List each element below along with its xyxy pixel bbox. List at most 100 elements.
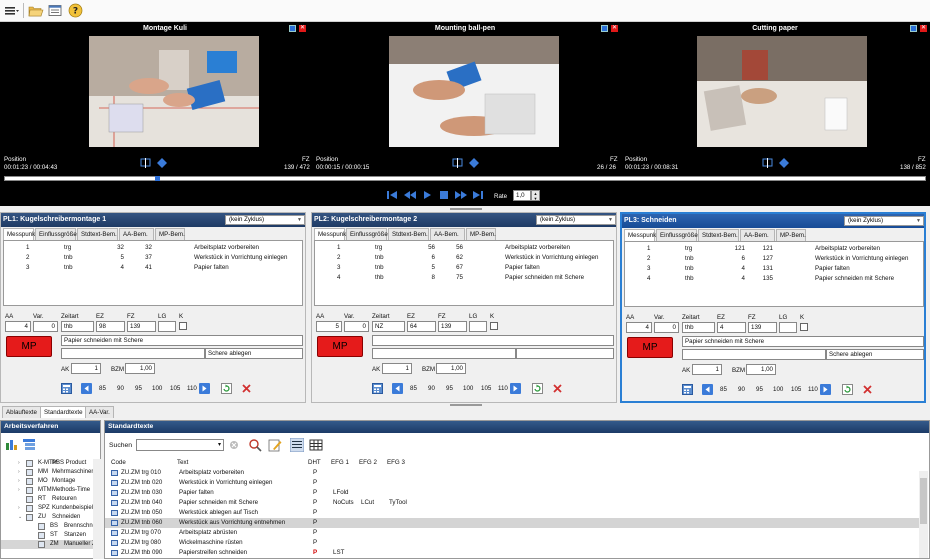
tab-panel-3[interactable]: AA-Bem. [430, 228, 465, 240]
ez-field[interactable]: 4 [717, 322, 746, 333]
tree-expander[interactable]: › [18, 468, 20, 477]
stdtext-line-1[interactable] [372, 335, 614, 346]
delete-icon[interactable] [862, 384, 873, 395]
tree-item[interactable]: › MO Montage [1, 477, 93, 486]
ak-field[interactable]: 1 [71, 363, 101, 374]
stdtext-line-2[interactable] [372, 348, 516, 359]
tab-panel-2[interactable]: Stdtext-Bem. [698, 229, 739, 241]
messpunkte-list[interactable]: 1 trg 32 32 Arbeitsplatz vorbereiten 2 t… [3, 240, 303, 306]
list-item[interactable]: 1 trg 56 56 Arbeitsplatz vorbereiten [315, 243, 613, 253]
percentage-label[interactable]: 105 [170, 385, 180, 392]
chevron-down-icon[interactable]: ▾ [218, 441, 221, 448]
mp-button[interactable]: MP [627, 337, 673, 358]
tab-panel-2[interactable]: Stdtext-Bem. [77, 228, 118, 240]
percentage-label[interactable]: 85 [99, 385, 106, 392]
stop-button[interactable] [438, 189, 450, 201]
tab-standardtexte[interactable]: Standardtexte [40, 406, 87, 418]
messpunkte-list[interactable]: 1 trg 56 56 Arbeitsplatz vorbereiten 2 t… [314, 240, 614, 306]
list-item[interactable]: 3 tnb 4 41 Papier falten [4, 263, 302, 273]
edit-icon[interactable] [268, 438, 282, 452]
tree-item[interactable]: › SPZ Kundenbeispiel [1, 504, 93, 513]
calculator-icon[interactable] [372, 383, 383, 394]
percentage-label[interactable]: 110 [498, 385, 508, 392]
chevron-down-icon[interactable]: ▼ [532, 196, 539, 201]
tree-expander[interactable]: › [18, 486, 20, 495]
refresh-icon[interactable] [842, 384, 853, 395]
tree-expander[interactable]: › [18, 477, 20, 486]
column-header-efg2[interactable]: EFG 2 [359, 458, 377, 467]
list-item[interactable]: 3 tnb 5 67 Papier falten [315, 263, 613, 273]
menu-button[interactable] [3, 3, 20, 18]
tab-panel-3[interactable]: AA-Bem. [119, 228, 154, 240]
tree-item[interactable]: ZM Manueller Zu [1, 540, 93, 549]
bzm-field[interactable]: 1,00 [125, 363, 155, 374]
play-button[interactable] [421, 189, 433, 201]
column-header-text[interactable]: Text [177, 458, 188, 467]
video-frame[interactable] [697, 36, 867, 147]
splitter-handle[interactable] [450, 404, 482, 406]
stdtext-line-3[interactable]: Schere ablegen [205, 348, 303, 359]
tree-expander[interactable]: › [18, 459, 20, 468]
delete-icon[interactable] [552, 383, 563, 394]
k-checkbox[interactable] [800, 323, 808, 331]
tab-panel-3[interactable]: AA-Bem. [740, 229, 775, 241]
table-row[interactable]: ZU.ZM tnb 030 Papier falten P LFold [105, 488, 920, 498]
rate-input[interactable]: 1,0 [513, 190, 531, 201]
tree-item[interactable]: › MM Mehrmaschinenl [1, 468, 93, 477]
mp-button[interactable]: MP [317, 336, 363, 357]
messpunkte-list[interactable]: 1 trg 121 121 Arbeitsplatz vorbereiten 2… [624, 241, 924, 307]
tab-panel-1[interactable]: Einflussgrößen [346, 228, 391, 240]
percentage-label[interactable]: 90 [428, 385, 435, 392]
splitter-handle[interactable] [450, 208, 482, 210]
restore-video-icon[interactable] [601, 25, 608, 32]
mp-button[interactable]: MP [6, 336, 52, 357]
var-field[interactable]: 0 [33, 321, 58, 332]
percentage-label[interactable]: 95 [135, 385, 142, 392]
clear-search-icon[interactable] [229, 440, 239, 450]
seek-bar[interactable] [4, 176, 926, 181]
lg-field[interactable] [779, 322, 797, 333]
list-item[interactable]: 4 thb 8 75 Papier schneiden mit Schere [315, 273, 613, 283]
bzm-field[interactable]: 1,00 [746, 364, 776, 375]
next-icon[interactable] [199, 383, 210, 394]
video-frame[interactable] [389, 36, 559, 147]
percentage-label[interactable]: 105 [481, 385, 491, 392]
fast-forward-button[interactable] [455, 189, 467, 201]
tab-panel-1[interactable]: Einflussgrößen [35, 228, 80, 240]
close-video-icon[interactable]: ✕ [299, 25, 306, 32]
zeitart-field[interactable]: thb [682, 322, 715, 333]
restore-video-icon[interactable] [910, 25, 917, 32]
refresh-icon[interactable] [221, 383, 232, 394]
zyklus-select[interactable]: (kein Zyklus) ▼ [225, 215, 305, 225]
find-icon[interactable] [248, 438, 262, 452]
table-row[interactable]: ZU.ZM tnb 060 Werkstück aus Vorrichtung … [105, 518, 920, 528]
percentage-label[interactable]: 85 [720, 386, 727, 393]
var-field[interactable]: 0 [654, 322, 679, 333]
k-checkbox[interactable] [179, 322, 187, 330]
tree-item[interactable]: ST Stanzen [1, 531, 93, 540]
seek-thumb[interactable] [155, 176, 160, 181]
ez-field[interactable]: 64 [407, 321, 436, 332]
table-row[interactable]: ZU.ZM thb 090 Papierstreifen schneiden P… [105, 548, 920, 558]
lg-field[interactable] [469, 321, 487, 332]
calculator-icon[interactable] [682, 384, 693, 395]
tab-aa-var[interactable]: AA-Var. [85, 406, 114, 418]
grid-view-icon[interactable] [290, 438, 304, 452]
list-item[interactable]: 2 tnb 5 37 Werkstück in Vorrichtung einl… [4, 253, 302, 263]
fz-field[interactable]: 139 [748, 322, 777, 333]
list-item[interactable]: 4 thb 4 135 Papier schneiden mit Schere [625, 274, 923, 284]
tree-expander[interactable]: ⌄ [18, 513, 22, 522]
tab-panel-4[interactable]: MP-Bem. [466, 228, 496, 240]
column-header-code[interactable]: Code [111, 458, 126, 467]
layout-button[interactable] [47, 3, 64, 18]
marker-icon[interactable] [469, 158, 479, 168]
delete-icon[interactable] [241, 383, 252, 394]
bzm-field[interactable]: 1,00 [436, 363, 466, 374]
stdtext-line-3[interactable] [516, 348, 614, 359]
capture-frame-icon[interactable] [140, 158, 152, 168]
tree-chart-icon[interactable] [5, 437, 19, 451]
percentage-label[interactable]: 110 [808, 386, 818, 393]
table-row[interactable]: ZU.ZM tnb 040 Papier schneiden mit Scher… [105, 498, 920, 508]
skip-start-button[interactable] [386, 189, 398, 201]
lg-field[interactable] [158, 321, 176, 332]
